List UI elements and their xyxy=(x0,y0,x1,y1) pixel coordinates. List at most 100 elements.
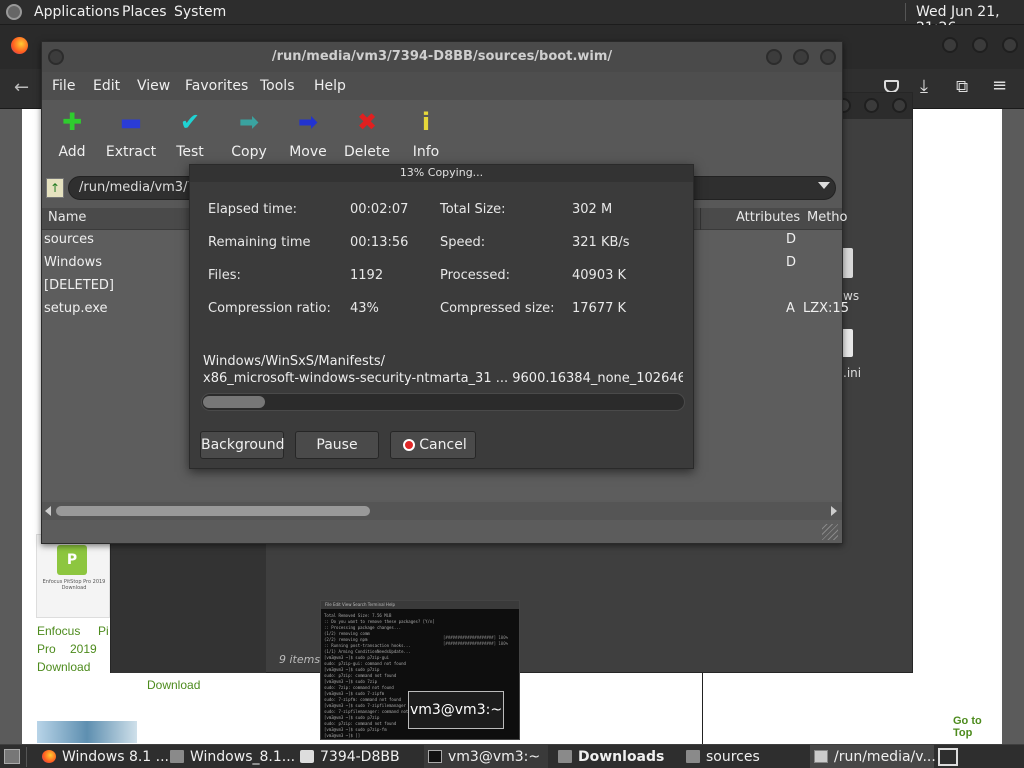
window-maximize-button[interactable] xyxy=(793,49,809,65)
browser-maximize-button[interactable] xyxy=(972,37,988,53)
menu-edit[interactable]: Edit xyxy=(93,78,120,94)
folder-up-icon[interactable]: ↑ xyxy=(46,178,64,198)
task-firefox[interactable]: Windows 8.1 ... xyxy=(38,745,169,768)
product-link-year[interactable]: 2019 xyxy=(70,642,97,656)
test-icon: ✔ xyxy=(179,108,201,136)
product-link-line1[interactable]: Enfocus xyxy=(37,624,80,638)
processed-label: Processed: xyxy=(440,268,510,283)
info-icon: i xyxy=(421,108,431,136)
product-thumbnail[interactable]: P Enfocus PitStop Pro 2019 Download xyxy=(36,534,110,618)
column-divider xyxy=(700,208,701,230)
terminal-line: [vm3@vm3 ~]$ sudo p7zip xyxy=(324,667,380,672)
terminal-line: (1/1) Arming ConditionNeedsUpdate... xyxy=(324,649,411,654)
cancel-button[interactable]: Cancel xyxy=(390,431,476,459)
file-name: Windows xyxy=(44,255,103,270)
menu-tools[interactable]: Tools xyxy=(260,78,295,94)
terminal-line: [vm3@vm3 ~]$ sudo 7-zipfm xyxy=(324,691,385,696)
task-archive[interactable]: /run/media/v... xyxy=(810,745,936,768)
terminal-icon xyxy=(428,750,442,763)
scroll-right-arrow-icon[interactable] xyxy=(831,506,837,516)
go-to-top-link[interactable]: Go to Top xyxy=(953,715,1002,739)
task-terminal[interactable]: vm3@vm3:~ xyxy=(424,745,548,768)
resize-grip-icon[interactable] xyxy=(822,524,838,540)
fm-close-button[interactable] xyxy=(892,98,907,113)
file-method: LZX:15 xyxy=(803,301,849,316)
system-menu[interactable]: System xyxy=(174,4,226,20)
workspace-switcher-icon[interactable] xyxy=(938,748,958,766)
address-dropdown-icon[interactable] xyxy=(818,182,830,189)
compression-ratio-label: Compression ratio: xyxy=(208,301,331,316)
test-button[interactable]: ✔ Test xyxy=(160,108,220,160)
product-link-line3[interactable]: Download xyxy=(37,660,90,674)
cancel-icon xyxy=(403,439,415,451)
terminal-line: [vm3@vm3 ~]$ sudo 7-zipfilemanager xyxy=(324,703,406,708)
dialog-title: 13% Copying... xyxy=(190,165,693,182)
browser-minimize-button[interactable] xyxy=(942,37,958,53)
add-button[interactable]: ✚ Add xyxy=(42,108,102,160)
add-icon: ✚ xyxy=(61,108,83,136)
move-label: Move xyxy=(289,144,327,160)
fm-partial-filename-2[interactable]: .ini xyxy=(843,366,861,380)
delete-button[interactable]: ✖ Delete xyxy=(337,108,397,160)
compressed-size-value: 17677 K xyxy=(572,301,627,316)
applications-menu[interactable]: Applications xyxy=(34,4,120,20)
window-minimize-button[interactable] xyxy=(766,49,782,65)
product-link-download[interactable]: Download xyxy=(147,678,200,692)
bottom-taskbar: Windows 8.1 ... Windows_8.1... 7394-D8BB… xyxy=(0,744,1024,768)
terminal-line: [vm3@vm3 ~]$ [] xyxy=(324,733,361,738)
extract-label: Extract xyxy=(105,144,157,160)
download-icon[interactable]: ⤓ xyxy=(920,76,928,97)
extensions-icon[interactable]: ⧉ xyxy=(956,77,968,97)
file-name: setup.exe xyxy=(44,301,108,316)
gnome-foot-icon[interactable] xyxy=(6,4,22,20)
column-method-header[interactable]: Metho xyxy=(807,210,848,225)
back-arrow-icon[interactable]: ← xyxy=(14,77,29,98)
task-downloads[interactable]: Downloads xyxy=(554,745,678,768)
file-attributes: D xyxy=(786,232,797,247)
task-sources[interactable]: sources xyxy=(682,745,806,768)
menu-bar: File Edit View Favorites Tools Help xyxy=(42,72,842,100)
places-menu[interactable]: Places xyxy=(122,4,167,20)
task-label: /run/media/v... xyxy=(834,749,936,765)
pause-button[interactable]: Pause xyxy=(295,431,379,459)
column-attributes-header[interactable]: Attributes xyxy=(736,210,800,225)
copy-progress-bar xyxy=(201,393,685,411)
menu-file[interactable]: File xyxy=(52,78,75,94)
column-name-header[interactable]: Name xyxy=(48,210,86,225)
browser-close-button[interactable] xyxy=(1002,37,1018,53)
file-name: sources xyxy=(44,232,94,247)
task-drive[interactable]: 7394-D8BB xyxy=(296,745,420,768)
terminal-line: sudo: 7-zipfm: command not found xyxy=(324,697,402,702)
move-button[interactable]: ➡ Move xyxy=(278,108,338,160)
terminal-line: sudo: p7zip-gui: command not found xyxy=(324,661,406,666)
menu-help[interactable]: Help xyxy=(314,78,346,94)
extract-button[interactable]: ▬ Extract xyxy=(101,108,161,160)
hamburger-menu-icon[interactable]: ≡ xyxy=(992,75,1007,96)
info-button[interactable]: i Info xyxy=(396,108,456,160)
menu-view[interactable]: View xyxy=(137,78,170,94)
window-menu-button[interactable] xyxy=(48,49,64,65)
task-label: vm3@vm3:~ xyxy=(448,749,541,765)
copy-button[interactable]: ➡ Copy xyxy=(219,108,279,160)
scroll-left-arrow-icon[interactable] xyxy=(45,506,51,516)
window-close-button[interactable] xyxy=(820,49,836,65)
show-desktop-icon[interactable] xyxy=(4,749,20,764)
task-windows-folder[interactable]: Windows_8.1... xyxy=(166,745,295,768)
terminal-line: :: Processing package changes... xyxy=(324,625,402,630)
terminal-preview-tooltip: vm3@vm3:~ xyxy=(408,691,504,729)
menu-favorites[interactable]: Favorites xyxy=(185,78,248,94)
fm-maximize-button[interactable] xyxy=(864,98,879,113)
scrollbar-thumb[interactable] xyxy=(56,506,370,516)
background-button[interactable]: Background xyxy=(200,431,285,459)
drive-icon xyxy=(300,750,314,763)
archive-icon xyxy=(814,750,828,763)
product-link-line2[interactable]: Pro xyxy=(37,642,56,656)
delete-icon: ✖ xyxy=(356,108,378,136)
horizontal-scrollbar[interactable] xyxy=(42,502,842,520)
product-image-2[interactable] xyxy=(37,721,137,743)
task-label: 7394-D8BB xyxy=(320,749,400,765)
progress-fill xyxy=(203,396,266,408)
terminal-progress-text: [####################] 100% xyxy=(443,635,509,640)
product-link-pi[interactable]: Pi xyxy=(98,624,109,638)
terminal-line: [vm3@vm3 ~]$ sudo 7zip xyxy=(324,679,377,684)
